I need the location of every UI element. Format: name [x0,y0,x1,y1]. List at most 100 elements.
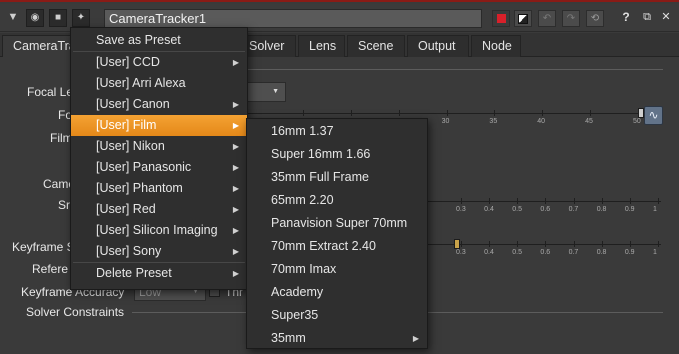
slider-tick-label: 0.8 [596,206,607,213]
menu-item-label: [User] Red [96,202,156,216]
slider-tick-label: 0.5 [512,206,523,213]
preset-menu: Save as Preset [User] CCD ▶ [User] Arri Ale… [70,27,248,290]
submenu-item-16mm-1-37[interactable]: 16mm 1.37 [247,120,427,143]
focal-length-slider[interactable] [248,113,638,114]
slider-tick [461,198,462,204]
menu-item-user-sony[interactable]: [User] Sony ▶ [71,241,247,262]
submenu-item-label: Panavision Super 70mm [271,216,408,230]
chevron-right-icon: ▶ [232,184,239,193]
chevron-right-icon: ▶ [232,142,239,151]
slider-tick [350,110,352,116]
chevron-right-icon: ▶ [232,269,239,278]
submenu-item-super35[interactable]: Super35 [247,304,427,327]
section-divider [248,69,663,70]
submenu-item-label: 65mm 2.20 [271,193,334,207]
slider-tick [629,241,631,247]
menu-item-user-arri-alexa[interactable]: [User] Arri Alexa [71,73,247,94]
focal-length-type-label: Focal Le [27,85,74,99]
camera-icon[interactable]: ■ [49,9,67,27]
menu-item-user-nikon[interactable]: [User] Nikon ▶ [71,136,247,157]
keyframe-spacing-slider-handle[interactable] [454,239,460,249]
menu-item-delete-preset[interactable]: Delete Preset ▶ [71,263,247,284]
menu-item-user-red[interactable]: [User] Red ▶ [71,199,247,220]
menu-item-label: [User] Phantom [96,181,183,195]
node-name-field[interactable]: CameraTracker1 [104,9,482,28]
menu-item-user-silicon-imaging[interactable]: [User] Silicon Imaging ▶ [71,220,247,241]
slider-tick-label: 45 [585,118,593,125]
menu-item-label: [User] Silicon Imaging [96,223,218,237]
slider-tick [545,241,547,247]
slider-tick-label: 30 [441,118,450,125]
slider-tick [590,110,592,116]
slider-tick [517,198,519,204]
submenu-item-label: Super35 [271,308,319,322]
film-submenu: 16mm 1.37 Super 16mm 1.66 35mm Full Frame 6… [246,118,428,349]
menu-item-user-panasonic[interactable]: [User] Panasonic ▶ [71,157,247,178]
submenu-item-70mm-extract-2-40[interactable]: 70mm Extract 2.40 [247,235,427,258]
chevron-right-icon: ▶ [232,163,239,172]
slider-tick [461,241,462,247]
revert-icon[interactable]: ⟲ [586,10,604,27]
tab-lens[interactable]: Lens [298,35,345,57]
slider-tick-label: 50 [633,118,641,125]
tracker-icon[interactable]: ✦ [72,9,90,27]
slider-tick-label: 0.3 [456,249,466,256]
tab-cameratracker[interactable]: CameraTra [2,35,76,57]
chevron-right-icon: ▶ [412,334,419,343]
slider-tick [517,241,519,247]
submenu-item-academy[interactable]: Academy [247,281,427,304]
smoothness-label: Sr [58,198,70,212]
tab-solver[interactable]: Solver [240,35,296,57]
menu-item-label: [User] Canon [96,97,170,111]
menu-item-label: [User] Nikon [96,139,165,153]
slider-tick-label: 0.7 [568,206,579,213]
chevron-right-icon: ▶ [232,100,239,109]
slider-tick [489,241,491,247]
undo-icon[interactable]: ↶ [538,10,556,27]
slider-tick-label: 0.5 [512,249,523,256]
submenu-item-70mm-imax[interactable]: 70mm Imax [247,258,427,281]
submenu-item-super-16mm-1-66[interactable]: Super 16mm 1.66 [247,143,427,166]
menu-item-user-ccd[interactable]: [User] CCD ▶ [71,52,247,73]
focal-length-type-dropdown[interactable]: ▼ [246,82,286,102]
menu-item-label: [User] Film [96,118,157,132]
tab-output[interactable]: Output [407,35,469,57]
menu-item-user-canon[interactable]: [User] Canon ▶ [71,94,247,115]
slider-tick-label: 35 [489,118,498,125]
slider-tick [489,198,491,204]
submenu-item-65mm-2-20[interactable]: 65mm 2.20 [247,189,427,212]
slider-tick [542,110,544,116]
slider-tick [601,198,603,204]
slider-tick-label: 0.7 [568,249,579,256]
menu-item-save-as-preset[interactable]: Save as Preset [71,30,247,51]
redo-icon[interactable]: ↷ [562,10,580,27]
menu-item-user-film[interactable]: [User] Film ▶ [71,115,247,136]
menu-item-label: [User] CCD [96,55,160,69]
animation-curve-icon[interactable]: ∿ [644,106,663,125]
menu-item-user-phantom[interactable]: [User] Phantom ▶ [71,178,247,199]
slider-tick [658,241,659,247]
chevron-right-icon: ▶ [232,226,239,235]
float-icon[interactable]: ⧉ [638,10,656,27]
slider-tick [573,198,575,204]
slider-tick-label: 0.8 [596,249,607,256]
slider-tick-label: 0.3 [456,206,466,213]
submenu-item-label: 70mm Extract 2.40 [271,239,376,253]
circle-dot-icon[interactable]: ◉ [26,9,44,27]
red-square-icon[interactable] [492,10,510,27]
submenu-item-35mm[interactable]: 35mm ▶ [247,327,427,350]
slider-tick [573,241,575,247]
slider-tick-label: 0.4 [484,206,494,213]
chevron-right-icon: ▶ [232,247,239,256]
slider-tick [446,110,448,116]
help-icon[interactable]: ? [617,10,635,27]
tab-scene[interactable]: Scene [347,35,405,57]
slider-tick-label: 0.6 [540,206,551,213]
split-square-icon[interactable] [514,10,532,27]
close-icon[interactable]: ✕ [657,10,675,27]
submenu-item-panavision-super-70mm[interactable]: Panavision Super 70mm [247,212,427,235]
submenu-item-35mm-full-frame[interactable]: 35mm Full Frame [247,166,427,189]
slider-tick-label: 0.9 [624,249,635,256]
tab-node[interactable]: Node [471,35,521,57]
collapse-triangle-icon[interactable]: ▼ [4,9,22,27]
